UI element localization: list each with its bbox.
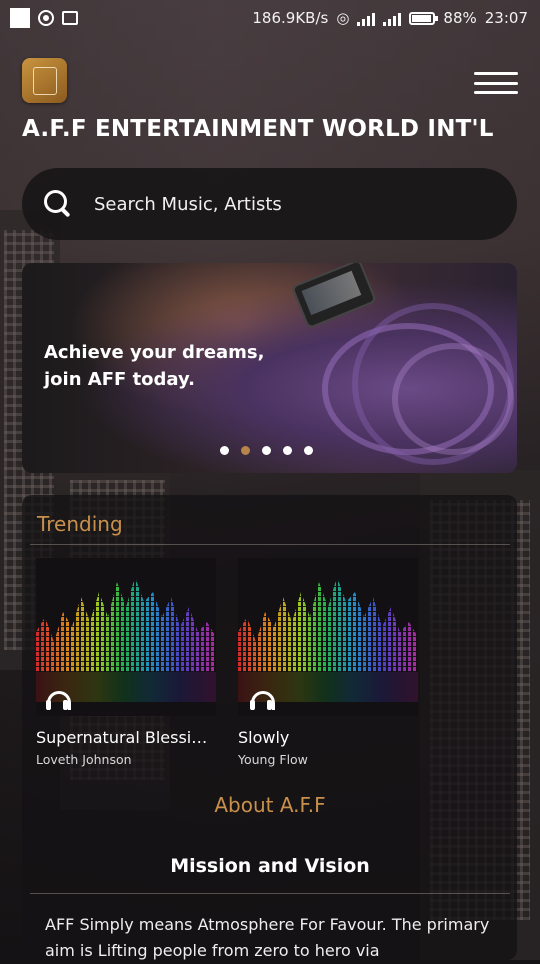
track-card[interactable]: Supernatural Blessin... Loveth Johnson	[36, 558, 216, 767]
carousel-dot-1[interactable]	[220, 446, 229, 455]
headphones-icon[interactable]	[45, 691, 71, 711]
search-bar[interactable]	[22, 168, 517, 240]
track-artist: Loveth Johnson	[36, 752, 132, 767]
track-artist: Young Flow	[238, 752, 308, 767]
about-text: AFF Simply means Atmosphere For Favour. …	[45, 915, 490, 960]
clock: 23:07	[484, 9, 528, 27]
carousel-dot-3[interactable]	[262, 446, 271, 455]
phone-image	[291, 263, 377, 330]
battery-level: 88%	[443, 9, 477, 27]
track-card[interactable]: Slowly Young Flow	[238, 558, 418, 767]
record-icon	[38, 10, 54, 26]
battery-icon	[409, 11, 439, 25]
headphones-icon[interactable]	[249, 691, 275, 711]
app-title: A.F.F ENTERTAINMENT WORLD INT'L	[22, 116, 494, 142]
signal-2-icon	[383, 10, 402, 26]
carousel-dot-2[interactable]	[241, 446, 250, 455]
status-bar: 186.9KB/s ◎ 88% 23:07	[0, 0, 540, 36]
hamburger-menu-icon[interactable]	[474, 72, 518, 94]
trending-divider	[30, 544, 510, 545]
hotspot-icon: ◎	[336, 9, 350, 27]
banner-line-2: join AFF today.	[44, 369, 195, 390]
promo-banner[interactable]: Achieve your dreams, join AFF today.	[22, 263, 517, 473]
search-input[interactable]	[92, 192, 476, 216]
carousel-dots	[220, 446, 313, 455]
logo-emblem-icon	[32, 66, 57, 95]
track-title: Slowly	[238, 728, 290, 747]
about-divider	[30, 893, 510, 894]
image-icon	[62, 11, 78, 25]
about-title: About A.F.F	[214, 793, 326, 817]
carousel-dot-4[interactable]	[283, 446, 292, 455]
banner-text: Achieve your dreams, join AFF today.	[44, 339, 264, 393]
track-title: Supernatural Blessin...	[36, 728, 216, 747]
banner-line-1: Achieve your dreams,	[44, 342, 265, 363]
search-icon[interactable]	[44, 190, 72, 218]
trending-title: Trending	[37, 512, 123, 536]
notification-icon	[10, 8, 30, 28]
app-logo[interactable]	[22, 58, 67, 103]
network-speed: 186.9KB/s	[252, 9, 329, 27]
carousel-dot-5[interactable]	[304, 446, 313, 455]
mission-title: Mission and Vision	[170, 855, 370, 877]
signal-icon	[357, 10, 376, 26]
